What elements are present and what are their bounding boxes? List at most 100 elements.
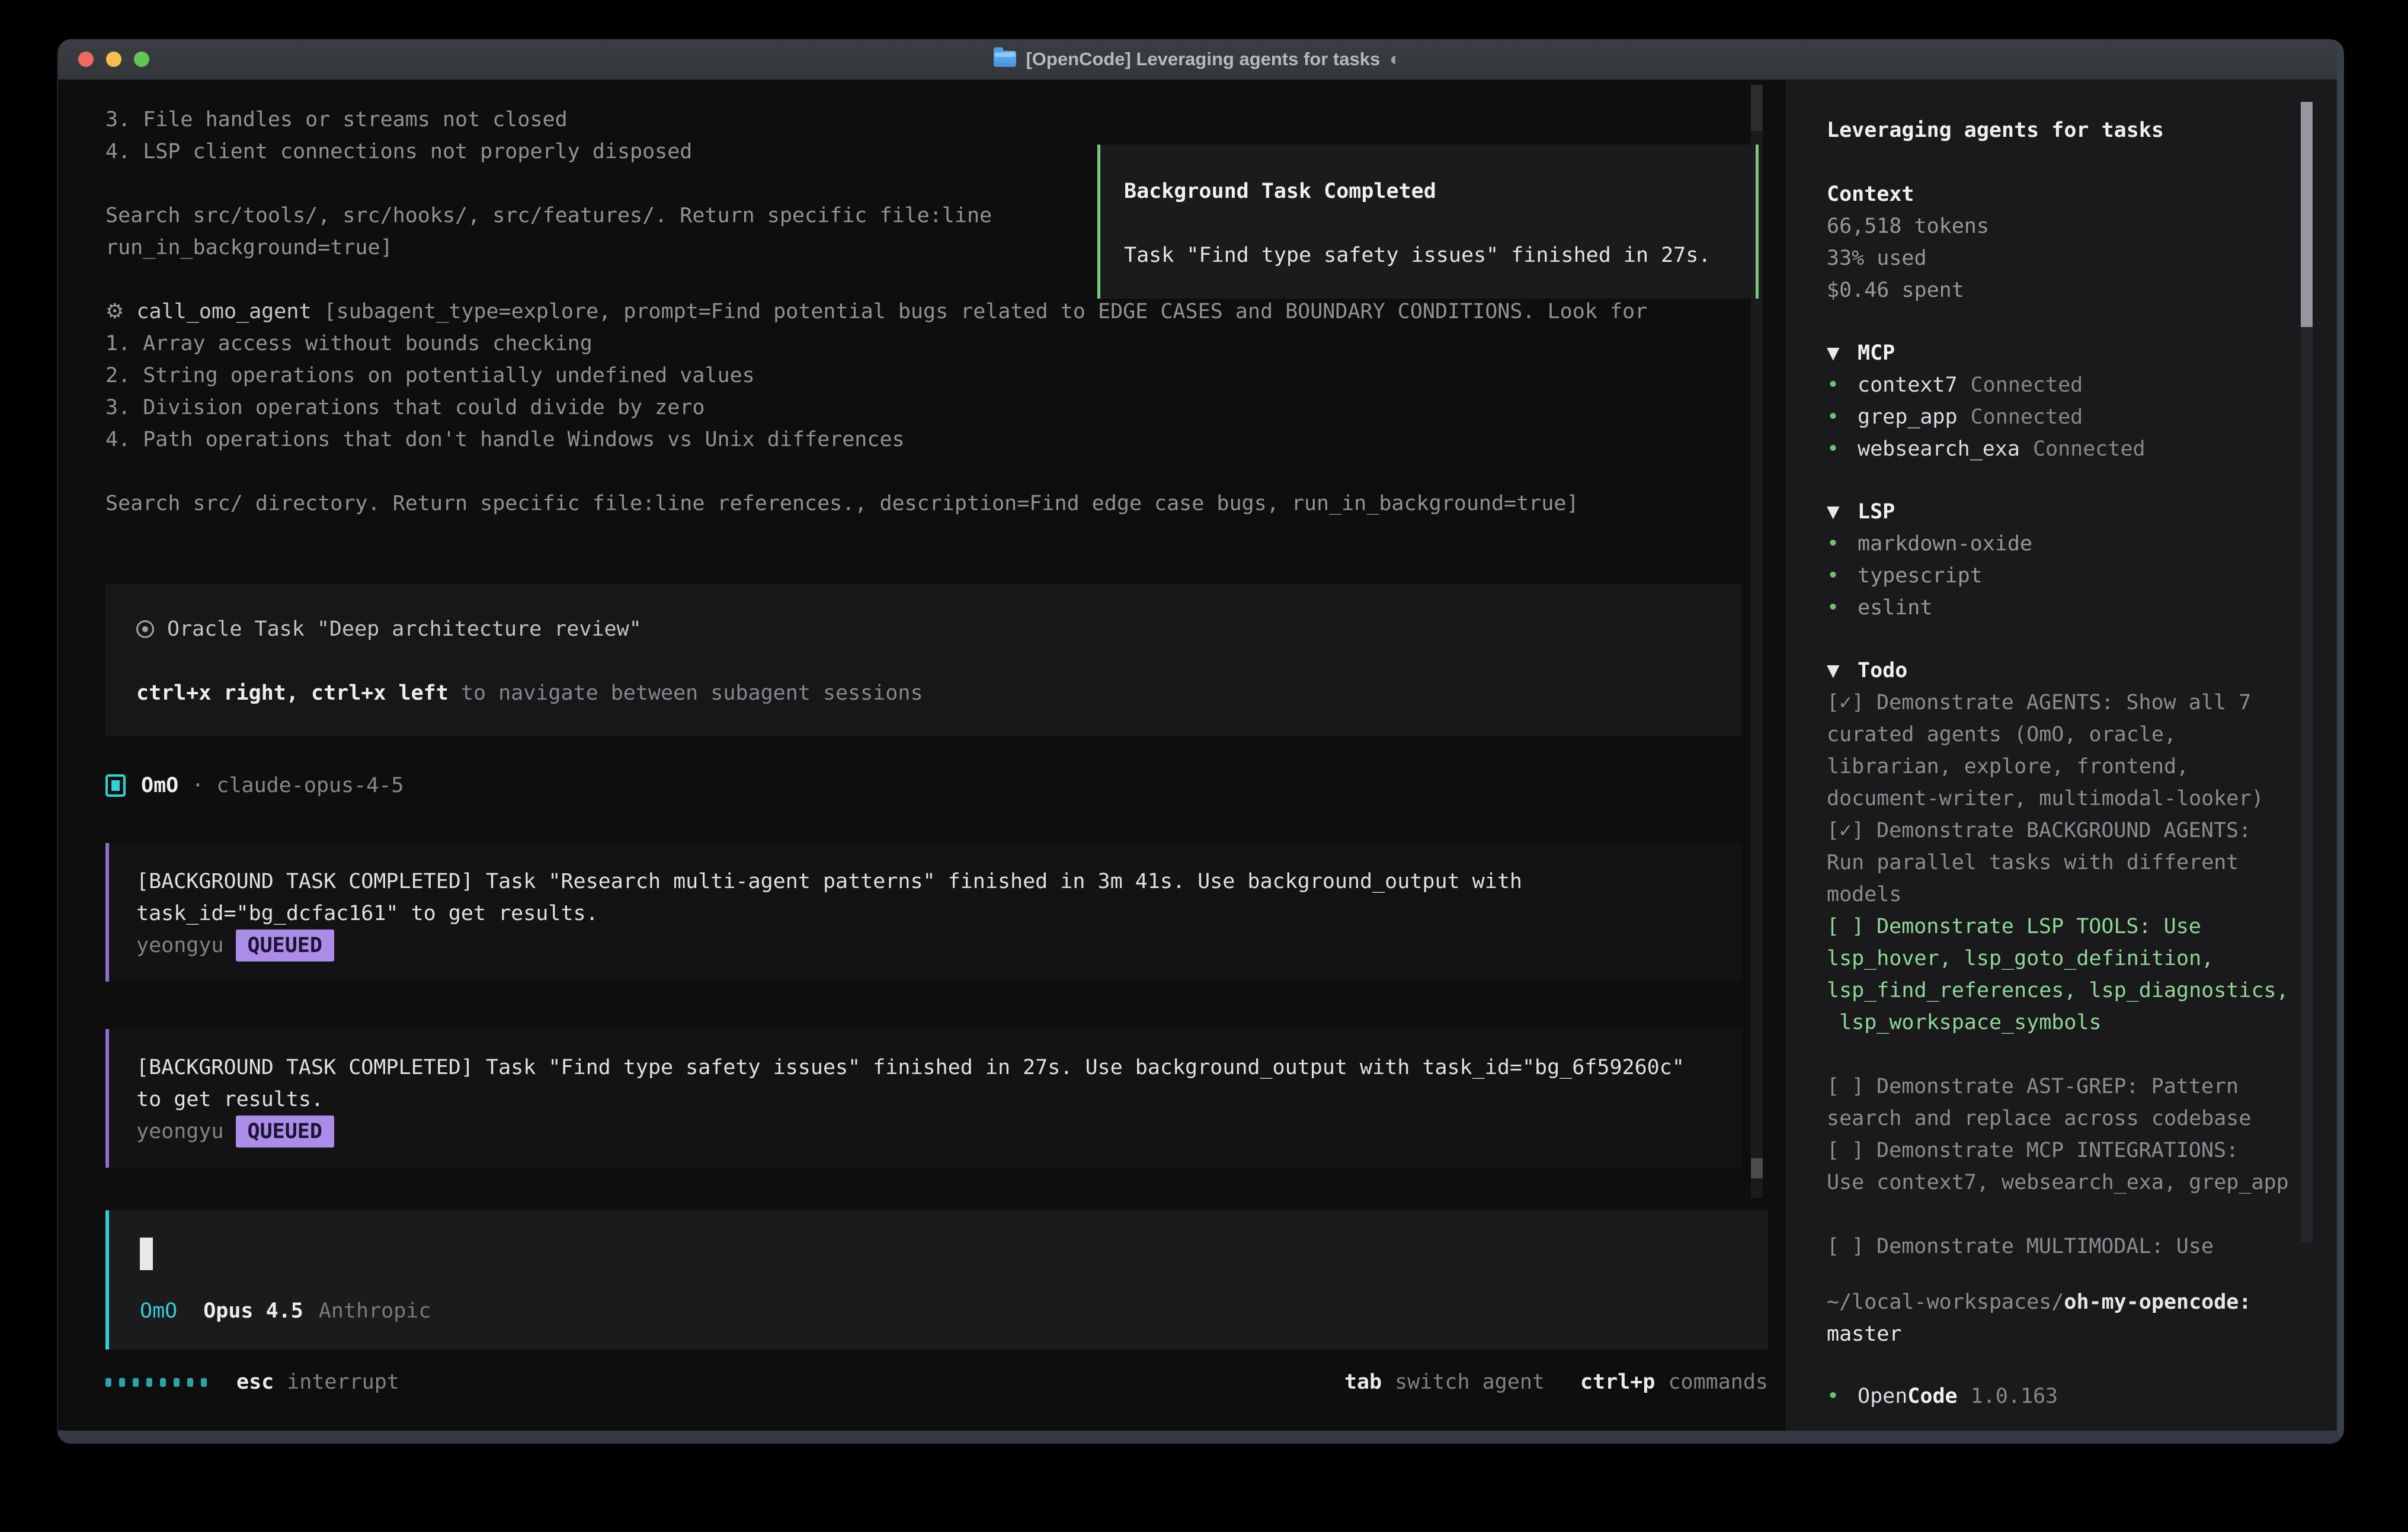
workspace-repo: oh-my-opencode: xyxy=(2064,1290,2251,1314)
task-message: [BACKGROUND TASK COMPLETED] Task "Resear… xyxy=(136,866,1715,930)
app-name: OpenCode xyxy=(1858,1380,1958,1412)
commands-hint: ctrl+p commands xyxy=(1580,1366,1768,1398)
tool-call-item: 4. Path operations that don't handle Win… xyxy=(105,424,1786,456)
mcp-item: • grep_app Connected xyxy=(1827,401,2301,433)
checkbox-checked-icon: [✓] xyxy=(1827,815,1877,847)
checkbox-checked-icon: [✓] xyxy=(1827,687,1877,719)
main-scrollbar-thumb[interactable] xyxy=(1751,1158,1763,1178)
lsp-item: • typescript xyxy=(1827,560,2301,592)
workspace-path-prefix: ~/local-workspaces/ xyxy=(1827,1290,2064,1314)
toast-body: Task "Find type safety issues" finished … xyxy=(1124,239,1732,271)
background-task-card: [BACKGROUND TASK COMPLETED] Task "Resear… xyxy=(105,843,1742,982)
window-title-text: [OpenCode] Leveraging agents for tasks xyxy=(1026,49,1380,70)
provider-label: Anthropic xyxy=(319,1295,431,1327)
toast-notification[interactable]: Background Task Completed Task "Find typ… xyxy=(1097,145,1759,299)
lsp-item: • eslint xyxy=(1827,592,2301,624)
sidebar: Leveraging agents for tasks Context 66,5… xyxy=(1786,80,2337,1431)
context-heading: Context xyxy=(1827,178,2301,210)
mcp-item: • context7 Connected xyxy=(1827,369,2301,401)
switch-agent-hint: tab switch agent xyxy=(1344,1366,1545,1398)
tool-call-item: 1. Array access without bounds checking xyxy=(105,328,1786,360)
status-dot-icon: • xyxy=(1827,433,1858,465)
prompt-input[interactable]: OmO Opus 4.5 Anthropic xyxy=(105,1210,1768,1350)
window-title: [OpenCode] Leveraging agents for tasks ◐ xyxy=(58,48,2337,70)
log-line: 3. File handles or streams not closed xyxy=(105,104,1786,136)
interrupt-hint: esc interrupt xyxy=(236,1366,399,1398)
background-task-card: [BACKGROUND TASK COMPLETED] Task "Find t… xyxy=(105,1029,1742,1168)
chat-log-panel: 3. File handles or streams not closed 4.… xyxy=(58,80,1786,1431)
todo-item-active: [ ]Demonstrate LSP TOOLS: Use lsp_hover,… xyxy=(1827,911,2301,1039)
todo-item: [✓]Demonstrate BACKGROUND AGENTS: Run pa… xyxy=(1827,815,2301,911)
context-tokens: 66,518 tokens xyxy=(1827,210,2301,242)
todo-item: [✓]Demonstrate AGENTS: Show all 7 curate… xyxy=(1827,687,2301,815)
task-meta-row: yeongyu QUEUED xyxy=(136,1116,1715,1148)
oracle-task-card: Oracle Task "Deep architecture review" c… xyxy=(105,584,1742,736)
window-body: 3. File handles or streams not closed 4.… xyxy=(58,80,2337,1431)
tool-call-line: ⚙ call_omo_agent [subagent_type=explore,… xyxy=(105,296,1786,328)
toast-title: Background Task Completed xyxy=(1124,175,1732,207)
todo-item: [ ]Demonstrate MCP INTEGRATIONS: Use con… xyxy=(1827,1134,2301,1198)
status-bar: esc interrupt tab switch agent ctrl+p co… xyxy=(105,1366,1768,1398)
tool-call-args: [subagent_type=explore, prompt=Find pote… xyxy=(311,300,1647,323)
agent-model: · claude-opus-4-5 xyxy=(191,770,404,802)
status-badge: QUEUED xyxy=(236,930,334,961)
todo-section: ▼ Todo [✓]Demonstrate AGENTS: Show all 7… xyxy=(1827,655,2301,1262)
oracle-task-title: Oracle Task "Deep architecture review" xyxy=(167,613,642,645)
text-cursor xyxy=(140,1238,153,1270)
checkbox-empty-icon: [ ] xyxy=(1827,1230,1877,1262)
checkbox-empty-icon: [ ] xyxy=(1827,1134,1877,1166)
context-spent: $0.46 spent xyxy=(1827,274,2301,306)
todo-item: [ ]Demonstrate MULTIMODAL: Use xyxy=(1827,1230,2301,1262)
titlebar: [OpenCode] Leveraging agents for tasks ◐ xyxy=(58,39,2337,80)
prompt-meta-row: OmO Opus 4.5 Anthropic xyxy=(140,1295,1737,1327)
checkbox-empty-icon: [ ] xyxy=(1827,911,1877,943)
screen: [OpenCode] Leveraging agents for tasks ◐… xyxy=(0,0,2408,1532)
status-dot-icon: • xyxy=(1827,401,1858,433)
tool-call-tail: Search src/ directory. Return specific f… xyxy=(105,488,1786,520)
tool-call-item: 2. String operations on potentially unde… xyxy=(105,360,1786,392)
mcp-section-header[interactable]: ▼ MCP xyxy=(1827,337,2301,369)
ctrlp-key-label: ctrl+p xyxy=(1580,1366,1655,1398)
agent-session-header[interactable]: OmO · claude-opus-4-5 xyxy=(105,770,1786,802)
status-dot-icon: • xyxy=(1827,1380,1858,1412)
lsp-section: ▼ LSP • markdown-oxide • typescript • xyxy=(1827,496,2301,624)
checked-checkbox-icon xyxy=(105,774,126,797)
status-dot-icon: • xyxy=(1827,528,1858,560)
agent-name: OmO xyxy=(141,770,178,802)
esc-key-label: esc xyxy=(236,1366,274,1398)
status-badge: QUEUED xyxy=(236,1116,334,1148)
chevron-down-icon: ▼ xyxy=(1827,496,1858,528)
terminal-window: [OpenCode] Leveraging agents for tasks ◐… xyxy=(57,39,2344,1444)
task-message: [BACKGROUND TASK COMPLETED] Task "Find t… xyxy=(136,1052,1715,1116)
chevron-down-icon: ▼ xyxy=(1827,337,1858,369)
task-author: yeongyu xyxy=(136,930,224,961)
oracle-task-title-row: Oracle Task "Deep architecture review" xyxy=(136,613,1711,645)
target-icon xyxy=(136,620,154,638)
status-dot-icon: • xyxy=(1827,592,1858,624)
tool-call-item: 3. Division operations that could divide… xyxy=(105,392,1786,424)
app-version-row: • OpenCode 1.0.163 xyxy=(1827,1380,2301,1412)
keyboard-shortcut: ctrl+x right, ctrl+x left xyxy=(136,681,449,705)
oracle-task-hint: ctrl+x right, ctrl+x left to navigate be… xyxy=(136,677,1711,709)
gear-icon: ⚙ xyxy=(105,300,124,323)
todo-section-header[interactable]: ▼ Todo xyxy=(1827,655,2301,687)
status-dot-icon: • xyxy=(1827,369,1858,401)
session-title: Leveraging agents for tasks xyxy=(1827,114,2301,146)
status-dot-icon: • xyxy=(1827,560,1858,592)
tab-key-label: tab xyxy=(1344,1366,1382,1398)
mcp-section: ▼ MCP • context7 Connected • grep_app Co… xyxy=(1827,337,2301,465)
activity-dots-icon xyxy=(105,1378,207,1387)
sidebar-scrollbar[interactable] xyxy=(2301,102,2313,1321)
context-section: Context 66,518 tokens 33% used $0.46 spe… xyxy=(1827,178,2301,306)
workspace-path: ~/local-workspaces/oh-my-opencode: maste… xyxy=(1827,1286,2301,1350)
sidebar-scrollbar-thumb[interactable] xyxy=(2301,102,2313,327)
half-circle-icon: ◐ xyxy=(1389,48,1401,70)
todo-item: [ ]Demonstrate AST-GREP: Pattern search … xyxy=(1827,1071,2301,1134)
tool-call-name: call_omo_agent xyxy=(136,300,311,323)
hint-text: to navigate between subagent sessions xyxy=(449,681,923,705)
lsp-section-header[interactable]: ▼ LSP xyxy=(1827,496,2301,528)
task-meta-row: yeongyu QUEUED xyxy=(136,930,1715,961)
context-used: 33% used xyxy=(1827,242,2301,274)
app-version: 1.0.163 xyxy=(1971,1380,2058,1412)
sidebar-scrollbar-track[interactable] xyxy=(2301,327,2313,1242)
